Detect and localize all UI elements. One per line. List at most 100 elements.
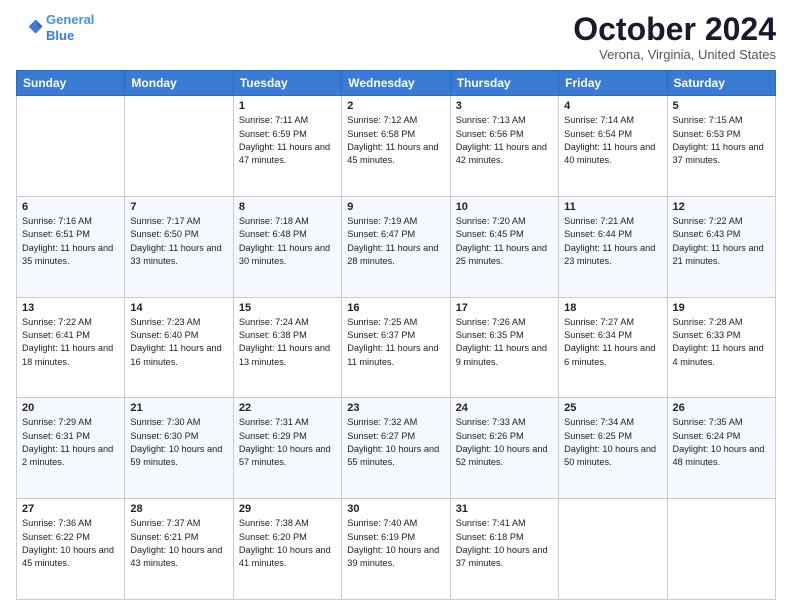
day-info: Sunrise: 7:37 AMSunset: 6:21 PMDaylight:…: [130, 517, 227, 570]
calendar-cell: 14 Sunrise: 7:23 AMSunset: 6:40 PMDayligh…: [125, 297, 233, 398]
calendar-cell: 27Sunrise: 7:36 AMSunset: 6:22 PMDayligh…: [17, 499, 125, 600]
calendar-cell: 26 Sunrise: 7:35 AMSunset: 6:24 PMDayligh…: [667, 398, 775, 499]
week-row-1: 6 Sunrise: 7:16 AMSunset: 6:51 PMDaylight…: [17, 196, 776, 297]
calendar-cell: 25Sunrise: 7:34 AMSunset: 6:25 PMDayligh…: [559, 398, 667, 499]
day-number: 17: [456, 302, 553, 314]
calendar-cell: [125, 96, 233, 197]
day-info: Sunrise: 7:32 AMSunset: 6:27 PMDaylight:…: [347, 416, 444, 469]
week-row-0: 1 Sunrise: 7:11 AMSunset: 6:59 PMDaylight…: [17, 96, 776, 197]
day-number: 1: [239, 100, 336, 112]
day-number: 23: [347, 402, 444, 414]
day-number: 9: [347, 201, 444, 213]
day-number: 10: [456, 201, 553, 213]
day-number: 25: [564, 402, 661, 414]
calendar-cell: 10 Sunrise: 7:20 AMSunset: 6:45 PMDayligh…: [450, 196, 558, 297]
day-info: Sunrise: 7:35 AMSunset: 6:24 PMDaylight:…: [673, 416, 770, 469]
logo-blue: Blue: [46, 28, 74, 43]
day-info: Sunrise: 7:12 AMSunset: 6:58 PMDaylight:…: [347, 114, 444, 167]
day-info: Sunrise: 7:33 AMSunset: 6:26 PMDaylight:…: [456, 416, 553, 469]
calendar-cell: 23 Sunrise: 7:32 AMSunset: 6:27 PMDayligh…: [342, 398, 450, 499]
day-number: 4: [564, 100, 661, 112]
day-header-monday: Monday: [125, 71, 233, 96]
day-info: Sunrise: 7:29 AMSunset: 6:31 PMDaylight:…: [22, 416, 119, 469]
header-row: SundayMondayTuesdayWednesdayThursdayFrid…: [17, 71, 776, 96]
calendar-table: SundayMondayTuesdayWednesdayThursdayFrid…: [16, 70, 776, 600]
calendar-cell: [667, 499, 775, 600]
day-info: Sunrise: 7:19 AMSunset: 6:47 PMDaylight:…: [347, 215, 444, 268]
calendar-cell: 5 Sunrise: 7:15 AMSunset: 6:53 PMDaylight…: [667, 96, 775, 197]
day-info: Sunrise: 7:25 AMSunset: 6:37 PMDaylight:…: [347, 316, 444, 369]
day-info: Sunrise: 7:14 AMSunset: 6:54 PMDaylight:…: [564, 114, 661, 167]
day-info: Sunrise: 7:15 AMSunset: 6:53 PMDaylight:…: [673, 114, 770, 167]
day-info: Sunrise: 7:20 AMSunset: 6:45 PMDaylight:…: [456, 215, 553, 268]
day-number: 5: [673, 100, 770, 112]
week-row-2: 13Sunrise: 7:22 AMSunset: 6:41 PMDayligh…: [17, 297, 776, 398]
day-info: Sunrise: 7:31 AMSunset: 6:29 PMDaylight:…: [239, 416, 336, 469]
calendar-cell: 1 Sunrise: 7:11 AMSunset: 6:59 PMDaylight…: [233, 96, 341, 197]
calendar-cell: 20 Sunrise: 7:29 AMSunset: 6:31 PMDayligh…: [17, 398, 125, 499]
day-number: 14: [130, 302, 227, 314]
day-header-wednesday: Wednesday: [342, 71, 450, 96]
day-info: Sunrise: 7:30 AMSunset: 6:30 PMDaylight:…: [130, 416, 227, 469]
header: General Blue October 2024 Verona, Virgin…: [16, 12, 776, 62]
day-info: Sunrise: 7:28 AMSunset: 6:33 PMDaylight:…: [673, 316, 770, 369]
day-number: 18: [564, 302, 661, 314]
day-info: Sunrise: 7:22 AMSunset: 6:43 PMDaylight:…: [673, 215, 770, 268]
day-header-tuesday: Tuesday: [233, 71, 341, 96]
calendar-cell: 8 Sunrise: 7:18 AMSunset: 6:48 PMDaylight…: [233, 196, 341, 297]
day-number: 20: [22, 402, 119, 414]
day-number: 22: [239, 402, 336, 414]
day-info: Sunrise: 7:16 AMSunset: 6:51 PMDaylight:…: [22, 215, 119, 268]
week-row-4: 27Sunrise: 7:36 AMSunset: 6:22 PMDayligh…: [17, 499, 776, 600]
day-number: 30: [347, 503, 444, 515]
day-info: Sunrise: 7:27 AMSunset: 6:34 PMDaylight:…: [564, 316, 661, 369]
page: General Blue October 2024 Verona, Virgin…: [0, 0, 792, 612]
calendar-cell: 4 Sunrise: 7:14 AMSunset: 6:54 PMDaylight…: [559, 96, 667, 197]
day-number: 6: [22, 201, 119, 213]
calendar-cell: [559, 499, 667, 600]
calendar-cell: 3 Sunrise: 7:13 AMSunset: 6:56 PMDaylight…: [450, 96, 558, 197]
calendar-cell: 2Sunrise: 7:12 AMSunset: 6:58 PMDaylight…: [342, 96, 450, 197]
calendar-cell: 24Sunrise: 7:33 AMSunset: 6:26 PMDayligh…: [450, 398, 558, 499]
day-number: 11: [564, 201, 661, 213]
day-info: Sunrise: 7:23 AMSunset: 6:40 PMDaylight:…: [130, 316, 227, 369]
calendar-cell: 30 Sunrise: 7:40 AMSunset: 6:19 PMDayligh…: [342, 499, 450, 600]
day-info: Sunrise: 7:24 AMSunset: 6:38 PMDaylight:…: [239, 316, 336, 369]
calendar-cell: 29 Sunrise: 7:38 AMSunset: 6:20 PMDayligh…: [233, 499, 341, 600]
calendar-cell: 7 Sunrise: 7:17 AMSunset: 6:50 PMDaylight…: [125, 196, 233, 297]
calendar-cell: 22 Sunrise: 7:31 AMSunset: 6:29 PMDayligh…: [233, 398, 341, 499]
calendar-cell: 21Sunrise: 7:30 AMSunset: 6:30 PMDayligh…: [125, 398, 233, 499]
calendar-cell: 6 Sunrise: 7:16 AMSunset: 6:51 PMDaylight…: [17, 196, 125, 297]
day-info: Sunrise: 7:21 AMSunset: 6:44 PMDaylight:…: [564, 215, 661, 268]
day-info: Sunrise: 7:40 AMSunset: 6:19 PMDaylight:…: [347, 517, 444, 570]
day-number: 3: [456, 100, 553, 112]
day-info: Sunrise: 7:36 AMSunset: 6:22 PMDaylight:…: [22, 517, 119, 570]
day-number: 7: [130, 201, 227, 213]
day-info: Sunrise: 7:13 AMSunset: 6:56 PMDaylight:…: [456, 114, 553, 167]
logo: General Blue: [16, 12, 94, 43]
day-info: Sunrise: 7:17 AMSunset: 6:50 PMDaylight:…: [130, 215, 227, 268]
day-number: 31: [456, 503, 553, 515]
day-number: 16: [347, 302, 444, 314]
location: Verona, Virginia, United States: [573, 47, 776, 62]
calendar-cell: 16 Sunrise: 7:25 AMSunset: 6:37 PMDayligh…: [342, 297, 450, 398]
logo-text: General Blue: [46, 12, 94, 43]
calendar-cell: 11 Sunrise: 7:21 AMSunset: 6:44 PMDayligh…: [559, 196, 667, 297]
calendar-cell: 12Sunrise: 7:22 AMSunset: 6:43 PMDayligh…: [667, 196, 775, 297]
day-number: 8: [239, 201, 336, 213]
day-header-friday: Friday: [559, 71, 667, 96]
calendar-cell: 13Sunrise: 7:22 AMSunset: 6:41 PMDayligh…: [17, 297, 125, 398]
month-title: October 2024: [573, 12, 776, 47]
day-info: Sunrise: 7:18 AMSunset: 6:48 PMDaylight:…: [239, 215, 336, 268]
day-header-saturday: Saturday: [667, 71, 775, 96]
calendar-cell: 28Sunrise: 7:37 AMSunset: 6:21 PMDayligh…: [125, 499, 233, 600]
calendar-cell: 31 Sunrise: 7:41 AMSunset: 6:18 PMDayligh…: [450, 499, 558, 600]
day-number: 29: [239, 503, 336, 515]
day-info: Sunrise: 7:38 AMSunset: 6:20 PMDaylight:…: [239, 517, 336, 570]
day-info: Sunrise: 7:11 AMSunset: 6:59 PMDaylight:…: [239, 114, 336, 167]
calendar-cell: 19 Sunrise: 7:28 AMSunset: 6:33 PMDayligh…: [667, 297, 775, 398]
day-number: 19: [673, 302, 770, 314]
day-header-sunday: Sunday: [17, 71, 125, 96]
day-info: Sunrise: 7:41 AMSunset: 6:18 PMDaylight:…: [456, 517, 553, 570]
day-number: 26: [673, 402, 770, 414]
